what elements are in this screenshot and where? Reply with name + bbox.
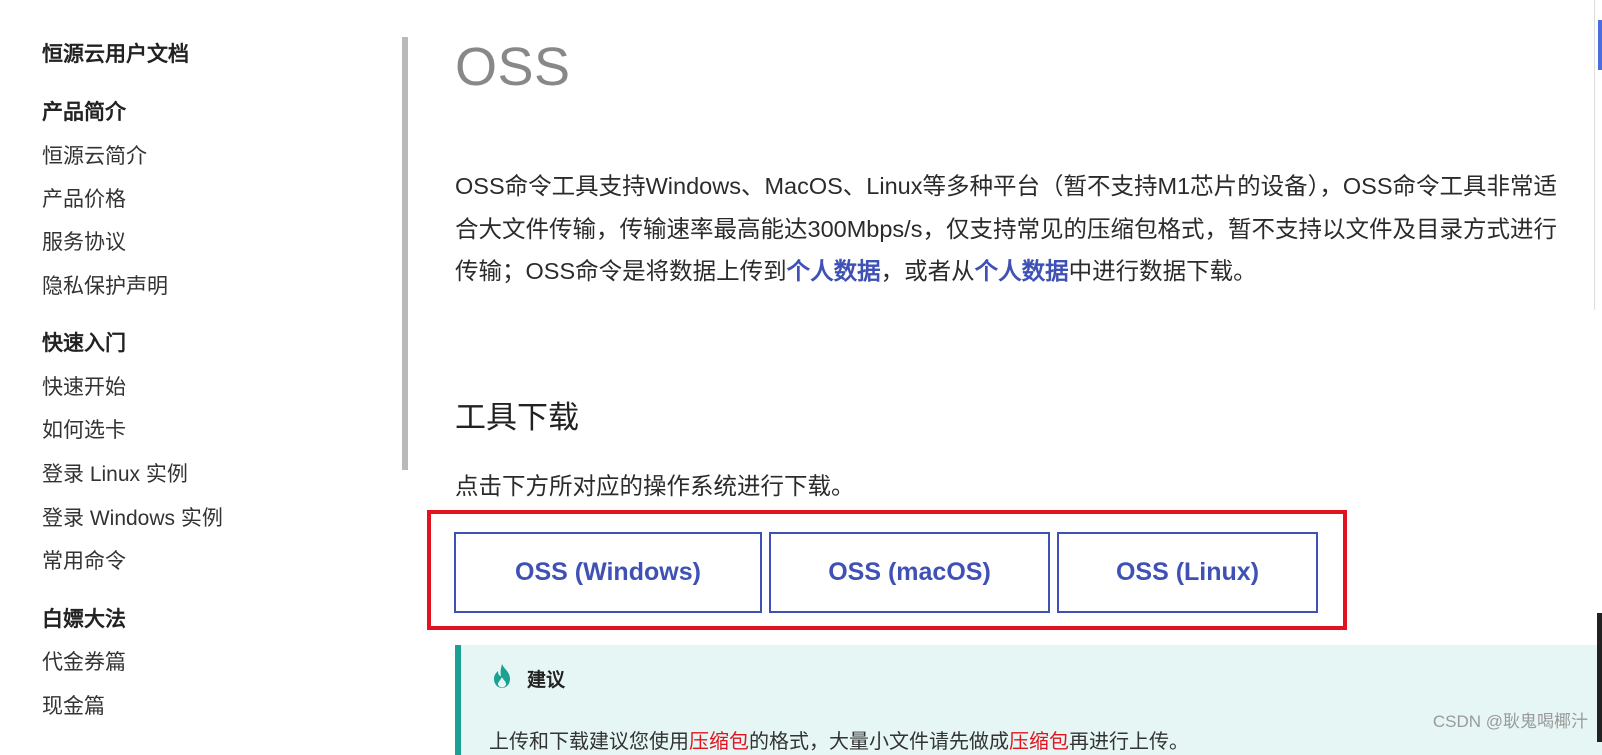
tip-text-1: 上传和下载建议您使用 [489, 731, 689, 753]
nav-item-privacy[interactable]: 隐私保护声明 [42, 270, 168, 300]
section-title-download: 工具下载 [455, 400, 579, 435]
docs-title[interactable]: 恒源云用户文档 [42, 38, 189, 68]
nav-group-product-intro: 产品简介 [42, 101, 126, 124]
nav-group-quickstart: 快速入门 [42, 332, 126, 355]
nav-item-quick-start[interactable]: 快速开始 [42, 371, 126, 401]
personal-data-link-1[interactable]: 个人数据 [787, 258, 881, 284]
tip-body: 上传和下载建议您使用压缩包的格式，大量小文件请先做成压缩包再进行上传。 [489, 725, 1189, 754]
nav-item-voucher[interactable]: 代金券篇 [42, 646, 126, 676]
download-instruction: 点击下方所对应的操作系统进行下载。 [455, 473, 855, 499]
nav-item-common-commands[interactable]: 常用命令 [42, 545, 126, 575]
fire-icon [491, 663, 513, 694]
tip-header: 建议 [491, 663, 565, 694]
nav-item-login-windows[interactable]: 登录 Windows 实例 [42, 502, 223, 532]
sidebar-scrollbar[interactable] [402, 37, 408, 470]
tip-highlight-2: 压缩包 [1009, 731, 1069, 753]
sidebar: 恒源云用户文档 产品简介 恒源云简介 产品价格 服务协议 隐私保护声明 快速入门… [0, 0, 400, 742]
nav-item-hengyuan-intro[interactable]: 恒源云简介 [42, 140, 147, 170]
right-edge-panel [1597, 613, 1602, 742]
watermark: CSDN @耿鬼喝椰汁 [1432, 712, 1588, 731]
tip-label: 建议 [527, 670, 566, 691]
nav-group-freebies: 白嫖大法 [42, 608, 126, 631]
main-content: OSS OSS命令工具支持Windows、MacOS、Linux等多种平台（暂不… [455, 0, 1575, 742]
nav-item-choose-card[interactable]: 如何选卡 [42, 414, 126, 444]
tip-callout: 建议 上传和下载建议您使用压缩包的格式，大量小文件请先做成压缩包再进行上传。 [455, 645, 1602, 755]
tip-text-2: 的格式，大量小文件请先做成 [749, 731, 1009, 753]
nav-item-service-agreement[interactable]: 服务协议 [42, 226, 126, 256]
nav-item-login-linux[interactable]: 登录 Linux 实例 [42, 458, 188, 488]
tip-text-3: 再进行上传。 [1069, 731, 1189, 753]
nav-item-pricing[interactable]: 产品价格 [42, 183, 126, 213]
page-title: OSS [455, 37, 571, 97]
right-edge-indicator [1598, 20, 1602, 70]
intro-text-2: ，或者从 [880, 258, 975, 284]
nav-item-cash[interactable]: 现金篇 [42, 690, 105, 720]
intro-text-3: 中进行数据下载。 [1068, 258, 1257, 284]
right-edge-divider [1594, 0, 1595, 310]
intro-paragraph: OSS命令工具支持Windows、MacOS、Linux等多种平台（暂不支持M1… [455, 165, 1575, 293]
personal-data-link-2[interactable]: 个人数据 [975, 258, 1069, 284]
tip-highlight-1: 压缩包 [689, 731, 749, 753]
download-windows-button[interactable]: OSS (Windows) [454, 532, 762, 613]
download-linux-button[interactable]: OSS (Linux) [1057, 532, 1318, 613]
download-macos-button[interactable]: OSS (macOS) [769, 532, 1050, 613]
